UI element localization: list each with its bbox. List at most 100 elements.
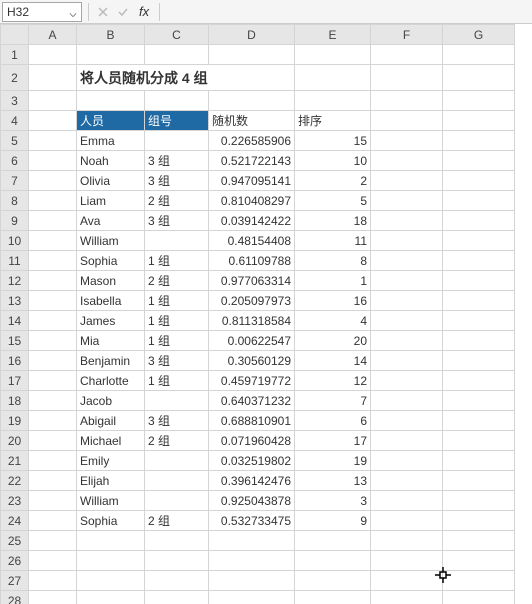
cell[interactable] (209, 91, 295, 111)
cell[interactable] (29, 65, 77, 91)
row-header[interactable]: 2 (1, 65, 29, 91)
cell[interactable] (443, 251, 515, 271)
cell[interactable] (443, 471, 515, 491)
cell[interactable] (77, 571, 145, 591)
row-header[interactable]: 9 (1, 211, 29, 231)
cell[interactable] (371, 531, 443, 551)
column-header[interactable]: B (77, 25, 145, 45)
cell-rank[interactable]: 13 (295, 471, 371, 491)
row-header[interactable]: 13 (1, 291, 29, 311)
cell[interactable] (443, 271, 515, 291)
cell-person[interactable]: Charlotte (77, 371, 145, 391)
cell-group[interactable]: 1 组 (145, 371, 209, 391)
cell[interactable] (371, 291, 443, 311)
cell-rand[interactable]: 0.810408297 (209, 191, 295, 211)
cell-group[interactable]: 4 组 (145, 491, 209, 511)
cell[interactable] (443, 131, 515, 151)
cell[interactable] (29, 131, 77, 151)
cell[interactable] (145, 531, 209, 551)
row-header[interactable]: 11 (1, 251, 29, 271)
cell[interactable] (29, 171, 77, 191)
cell[interactable] (443, 331, 515, 351)
cell-rank[interactable]: 6 (295, 411, 371, 431)
cell[interactable] (29, 391, 77, 411)
cell[interactable] (371, 411, 443, 431)
row-header[interactable]: 7 (1, 171, 29, 191)
cell-group[interactable]: 3 组 (145, 171, 209, 191)
cell-group[interactable]: 2 组 (145, 511, 209, 531)
cell-group[interactable]: 3 组 (145, 411, 209, 431)
cell-rand[interactable]: 0.61109788 (209, 251, 295, 271)
cell[interactable] (145, 591, 209, 604)
cell-rank[interactable]: 17 (295, 431, 371, 451)
cell-person[interactable]: Ava (77, 211, 145, 231)
cell-group[interactable]: 4 组 (145, 231, 209, 251)
cell[interactable] (295, 551, 371, 571)
cell[interactable] (443, 591, 515, 604)
cell[interactable] (29, 91, 77, 111)
cell[interactable] (295, 45, 371, 65)
column-header[interactable]: A (29, 25, 77, 45)
cell-rand[interactable]: 0.532733475 (209, 511, 295, 531)
cell-rank[interactable]: 20 (295, 331, 371, 351)
row-header[interactable]: 4 (1, 111, 29, 131)
cell-group[interactable]: 1 组 (145, 311, 209, 331)
cell-rand[interactable]: 0.039142422 (209, 211, 295, 231)
cell[interactable] (295, 531, 371, 551)
cell[interactable] (443, 571, 515, 591)
cell-group[interactable]: 3 组 (145, 211, 209, 231)
row-header[interactable]: 14 (1, 311, 29, 331)
cell[interactable] (29, 231, 77, 251)
cell[interactable] (209, 591, 295, 604)
cell-rand[interactable]: 0.48154408 (209, 231, 295, 251)
cell-rand[interactable]: 0.30560129 (209, 351, 295, 371)
row-header[interactable]: 12 (1, 271, 29, 291)
row-header[interactable]: 21 (1, 451, 29, 471)
cell[interactable] (29, 491, 77, 511)
row-header[interactable]: 1 (1, 45, 29, 65)
cell[interactable] (443, 371, 515, 391)
cell-person[interactable]: William (77, 491, 145, 511)
cell-rank[interactable]: 1 (295, 271, 371, 291)
cell-person[interactable]: Noah (77, 151, 145, 171)
header-person[interactable]: 人员 (77, 111, 145, 131)
row-header[interactable]: 15 (1, 331, 29, 351)
cell[interactable] (77, 551, 145, 571)
cell-rank[interactable]: 2 (295, 171, 371, 191)
cell[interactable] (209, 45, 295, 65)
cell-person[interactable]: Sophia (77, 511, 145, 531)
row-header[interactable]: 17 (1, 371, 29, 391)
cell-rand[interactable]: 0.640371232 (209, 391, 295, 411)
cell[interactable] (295, 571, 371, 591)
cell-rank[interactable]: 19 (295, 451, 371, 471)
row-header[interactable]: 3 (1, 91, 29, 111)
header-rand[interactable]: 随机数 (209, 111, 295, 131)
cell[interactable] (29, 411, 77, 431)
cell[interactable] (209, 551, 295, 571)
cell[interactable] (371, 65, 443, 91)
cell[interactable] (371, 391, 443, 411)
row-header[interactable]: 6 (1, 151, 29, 171)
cell[interactable] (443, 91, 515, 111)
row-header[interactable]: 23 (1, 491, 29, 511)
cell-rand[interactable]: 0.947095141 (209, 171, 295, 191)
cell[interactable] (77, 591, 145, 604)
cell[interactable] (371, 171, 443, 191)
cell[interactable] (29, 451, 77, 471)
row-header[interactable]: 8 (1, 191, 29, 211)
cell[interactable] (371, 371, 443, 391)
cell[interactable] (29, 45, 77, 65)
cell-person[interactable]: Jacob (77, 391, 145, 411)
cell[interactable] (29, 211, 77, 231)
cell-rank[interactable]: 3 (295, 491, 371, 511)
row-header[interactable]: 19 (1, 411, 29, 431)
cell[interactable] (443, 551, 515, 571)
cell[interactable] (371, 591, 443, 604)
cell[interactable] (443, 391, 515, 411)
cell[interactable] (443, 45, 515, 65)
cell[interactable] (371, 131, 443, 151)
cell-rand[interactable]: 0.205097973 (209, 291, 295, 311)
cell-rand[interactable]: 0.459719772 (209, 371, 295, 391)
cell-person[interactable]: Isabella (77, 291, 145, 311)
cell-rank[interactable]: 12 (295, 371, 371, 391)
